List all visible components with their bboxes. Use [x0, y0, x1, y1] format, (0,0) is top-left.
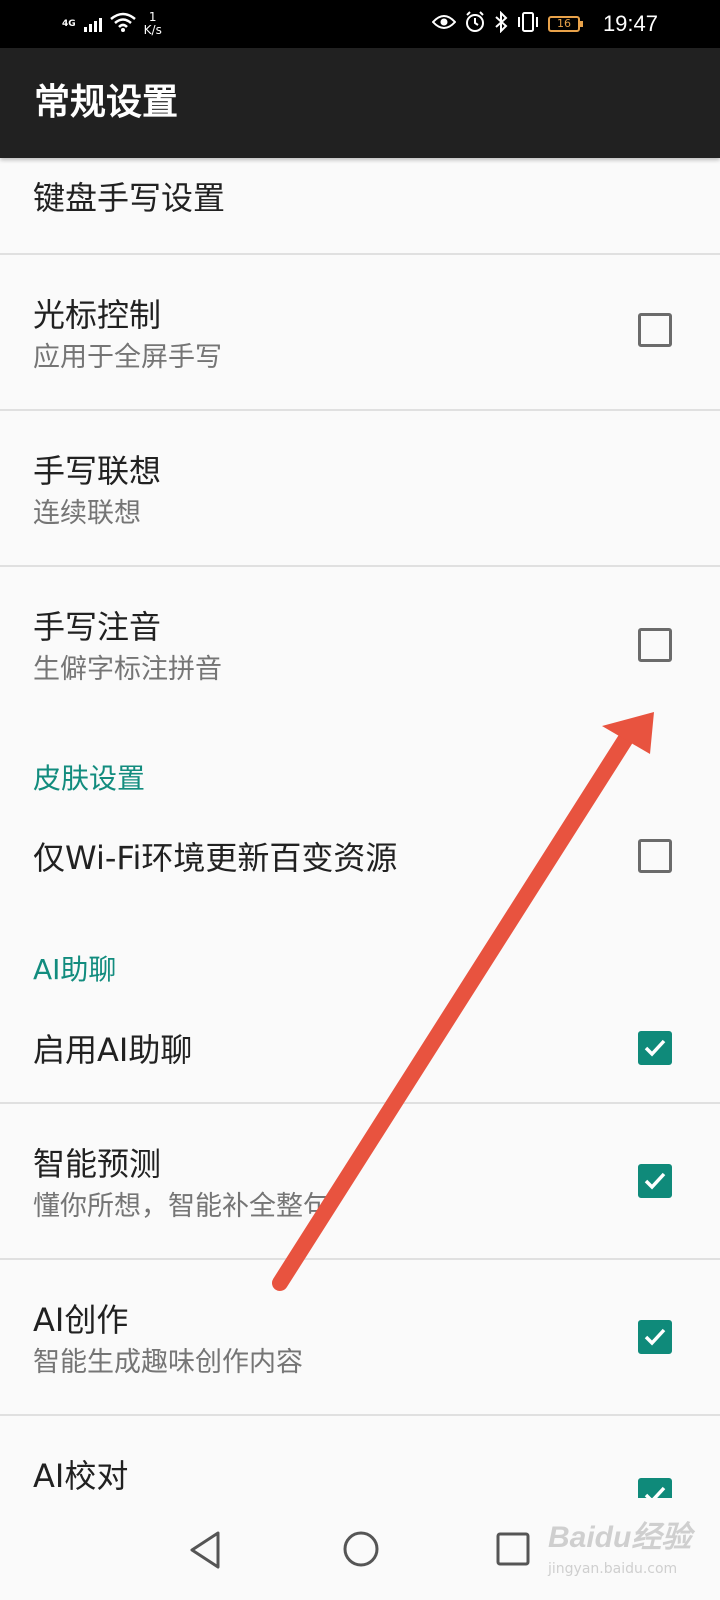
- check-icon: [644, 1172, 666, 1190]
- watermark-logo: Baidu经验 jingyan.baidu.com: [548, 1510, 718, 1590]
- setting-title: 手写注音: [33, 608, 162, 646]
- enable-ai-chat-checkbox[interactable]: [638, 1031, 672, 1065]
- settings-list[interactable]: 键盘手写设置 光标控制 应用于全屏手写 手写联想 连续联想 手写注音 生僻字标注…: [0, 158, 720, 1498]
- smart-prediction-checkbox[interactable]: [638, 1164, 672, 1198]
- handwriting-phonetic-setting[interactable]: 手写注音 生僻字标注拼音: [0, 567, 720, 721]
- signal-icon: [83, 16, 102, 32]
- setting-title: 光标控制: [33, 296, 162, 334]
- wifi-only-update-checkbox[interactable]: [638, 839, 672, 873]
- setting-summary: 连续联想: [33, 498, 141, 529]
- setting-title: AI校对: [33, 1457, 129, 1495]
- setting-title: 键盘手写设置: [33, 179, 226, 217]
- enable-ai-chat-setting[interactable]: 启用AI助聊: [0, 998, 720, 1102]
- vibrate-icon: [516, 11, 540, 37]
- ai-creation-setting[interactable]: AI创作 智能生成趣味创作内容: [0, 1260, 720, 1414]
- status-time: 19:47: [602, 11, 658, 36]
- setting-summary: 懂你所想，智能补全整句: [33, 1191, 330, 1222]
- alarm-icon: [464, 11, 486, 37]
- status-left: 4G 1 K/s: [62, 6, 162, 42]
- back-icon[interactable]: [188, 1530, 222, 1574]
- bluetooth-icon: [494, 10, 508, 37]
- wifi-icon: [109, 12, 136, 36]
- wifi-only-update-setting[interactable]: 仅Wi-Fi环境更新百变资源: [0, 808, 720, 908]
- ai-creation-checkbox[interactable]: [638, 1320, 672, 1354]
- check-icon: [644, 1039, 666, 1057]
- setting-title: 智能预测: [33, 1145, 162, 1183]
- speed-value: 1: [148, 10, 157, 24]
- speed-unit: K/s: [143, 23, 162, 37]
- home-icon[interactable]: [342, 1530, 380, 1572]
- battery-icon: 16: [548, 16, 583, 32]
- status-right: 16: [431, 6, 583, 42]
- handwriting-association-setting[interactable]: 手写联想 连续联想: [0, 411, 720, 565]
- watermark-url: jingyan.baidu.com: [548, 1561, 678, 1577]
- section-header-ai: AI助聊: [33, 953, 117, 986]
- setting-summary: 智能生成趣味创作内容: [33, 1347, 303, 1378]
- eye-icon: [431, 14, 457, 34]
- section-header-skin: 皮肤设置: [33, 762, 146, 795]
- battery-level: 16: [557, 17, 571, 30]
- watermark-text: Baidu经验: [548, 1521, 692, 1554]
- smart-prediction-setting[interactable]: 智能预测 懂你所想，智能补全整句: [0, 1104, 720, 1258]
- setting-summary: 生僻字标注拼音: [33, 654, 222, 685]
- status-bar: 4G 1 K/s 16 19:47: [0, 0, 720, 48]
- network-speed: 1 K/s: [144, 11, 162, 37]
- cursor-control-checkbox[interactable]: [638, 313, 672, 347]
- ai-proofread-checkbox[interactable]: [638, 1478, 672, 1498]
- network-type: 4G: [62, 19, 76, 29]
- page-title: 常规设置: [34, 82, 179, 123]
- app-bar: 常规设置: [0, 48, 720, 158]
- setting-title: AI创作: [33, 1301, 129, 1339]
- setting-title: 手写联想: [33, 452, 162, 490]
- setting-title: 仅Wi-Fi环境更新百变资源: [33, 839, 398, 877]
- handwriting-phonetic-checkbox[interactable]: [638, 628, 672, 662]
- cursor-control-setting[interactable]: 光标控制 应用于全屏手写: [0, 255, 720, 409]
- check-icon: [644, 1328, 666, 1346]
- recents-icon[interactable]: [496, 1532, 530, 1570]
- setting-title: 启用AI助聊: [33, 1031, 193, 1069]
- ai-proofread-setting[interactable]: AI校对: [0, 1416, 720, 1498]
- setting-summary: 应用于全屏手写: [33, 342, 222, 373]
- check-icon: [644, 1486, 666, 1498]
- keyboard-handwriting-setting[interactable]: 键盘手写设置: [0, 158, 720, 253]
